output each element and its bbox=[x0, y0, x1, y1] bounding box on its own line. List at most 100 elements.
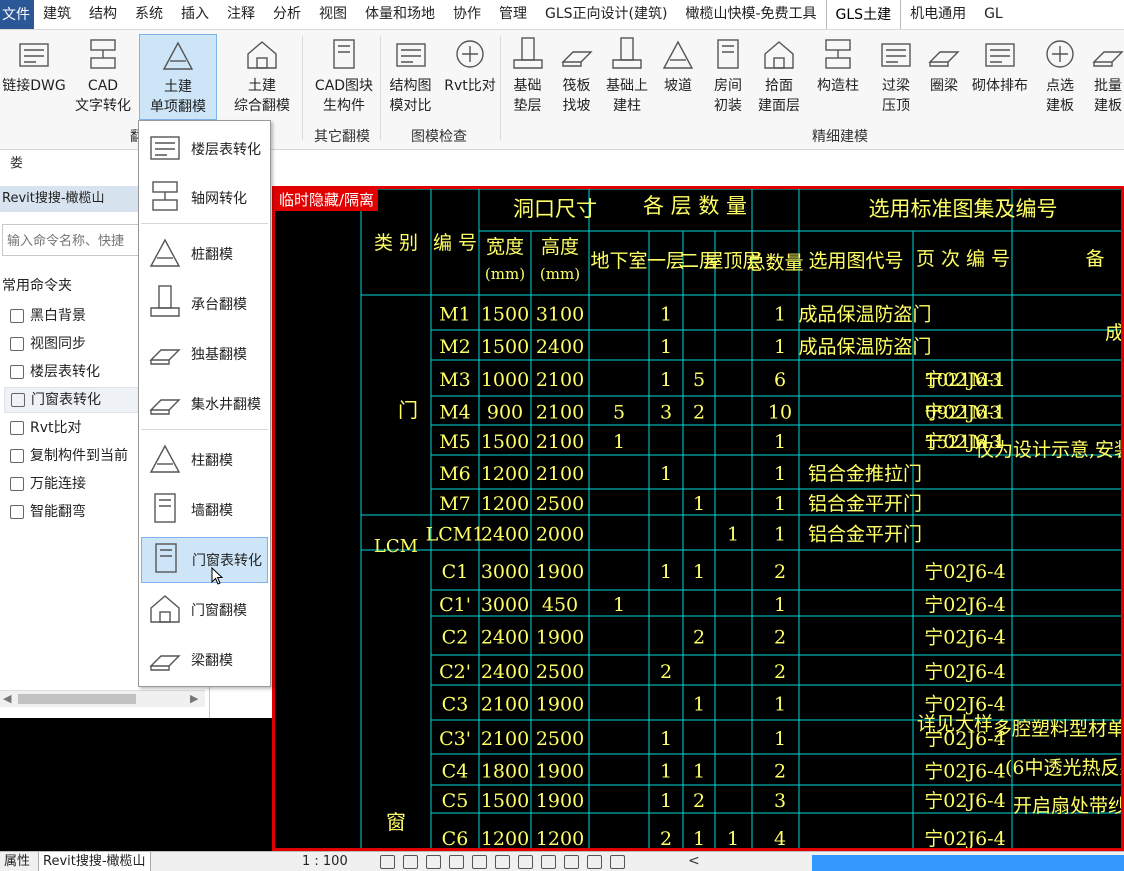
row-width: 1500 bbox=[481, 431, 529, 453]
menu-item-0[interactable]: 楼层表转化 bbox=[141, 126, 268, 172]
command-item[interactable]: 楼层表转化 bbox=[4, 359, 154, 385]
ribbon-button-construction-column[interactable]: 构造柱 bbox=[810, 34, 866, 96]
highlight-icon[interactable] bbox=[587, 855, 602, 869]
menu-item-1[interactable]: 结构 bbox=[80, 0, 126, 29]
mouse-cursor-icon bbox=[211, 566, 224, 585]
command-item[interactable]: 门窗表转化 bbox=[4, 387, 154, 413]
ribbon-button-floor-layer[interactable]: 拾面 建面层 bbox=[757, 34, 801, 116]
ribbon-button-foundation-cushion[interactable]: 基础 垫层 bbox=[505, 34, 550, 116]
ribbon-button-raft-slope[interactable]: 筏板 找坡 bbox=[554, 34, 599, 116]
menu-item-5[interactable]: 集水井翻模 bbox=[141, 381, 268, 427]
menu-item-7[interactable]: 体量和场地 bbox=[356, 0, 444, 29]
batch-slab-icon bbox=[1086, 34, 1124, 74]
ribbon-button-pick-slab[interactable]: 点选 建板 bbox=[1036, 34, 1084, 116]
menu-item-2[interactable]: 桩翻模 bbox=[141, 231, 268, 277]
row-total: 1 bbox=[774, 524, 786, 546]
construction-column-icon bbox=[810, 34, 866, 74]
crop-view-icon[interactable] bbox=[472, 855, 487, 869]
reveal-hidden-icon[interactable] bbox=[541, 855, 556, 869]
analytical-icon[interactable] bbox=[564, 855, 579, 869]
constraints-icon[interactable] bbox=[610, 855, 625, 869]
row-code: C3 bbox=[442, 694, 469, 716]
menu-item-2[interactable]: 系统 bbox=[126, 0, 172, 29]
menu-item-3[interactable]: 承台翻模 bbox=[141, 281, 268, 327]
row-width: 3000 bbox=[481, 594, 529, 616]
menu-item-1[interactable]: 轴网转化 bbox=[141, 175, 268, 221]
temporary-hide-icon[interactable] bbox=[518, 855, 533, 869]
menu-item-label: 承台翻模 bbox=[191, 297, 247, 313]
menu-item-5[interactable]: 分析 bbox=[264, 0, 310, 29]
row-basement: 1 bbox=[613, 594, 625, 616]
menu-item-6[interactable]: 柱翻模 bbox=[141, 437, 268, 483]
menu-item-4[interactable]: 注释 bbox=[218, 0, 264, 29]
command-item[interactable]: 复制构件到当前 bbox=[4, 443, 154, 469]
visual-style-icon[interactable] bbox=[403, 855, 418, 869]
menu-item-0[interactable]: 建筑 bbox=[34, 0, 80, 29]
ribbon-button-label: 圈梁 bbox=[930, 78, 958, 94]
ribbon-button-masonry[interactable]: 砌体排布 bbox=[968, 34, 1032, 96]
menu-item-9[interactable]: 门窗翻模 bbox=[141, 587, 268, 633]
ribbon-button-batch-slab[interactable]: 批量 建板 bbox=[1086, 34, 1124, 116]
ribbon-button-rvt-compare[interactable]: Rvt比对 bbox=[439, 34, 501, 96]
properties-partial-label: 娄 bbox=[10, 156, 24, 171]
menu-item-label: 门窗表转化 bbox=[192, 553, 262, 569]
menu-item-4[interactable]: 独基翻模 bbox=[141, 331, 268, 377]
horizontal-scrollbar[interactable]: ◀ ▶ bbox=[0, 690, 205, 707]
ribbon-button-house-dwg[interactable]: 土建 综合翻模 bbox=[226, 34, 298, 116]
row-floor1: 3 bbox=[660, 402, 672, 424]
menu-item-9[interactable]: 管理 bbox=[490, 0, 536, 29]
scroll-left-icon[interactable]: < bbox=[688, 853, 700, 869]
rvt-compare-icon bbox=[439, 34, 501, 74]
header-floor-quantity: 各 层 数 量 bbox=[643, 194, 747, 218]
scroll-left-icon[interactable]: ◀ bbox=[3, 692, 11, 705]
view-scale[interactable]: 1 : 100 bbox=[302, 854, 348, 869]
ribbon-button-link-dwg[interactable]: 链接DWG bbox=[0, 34, 68, 96]
lintel-icon bbox=[872, 34, 920, 74]
ribbon-button-dwg-rvt[interactable]: CAD 文字转化 bbox=[70, 34, 136, 116]
menu-file[interactable]: 文件 bbox=[0, 0, 34, 29]
command-item[interactable]: 视图同步 bbox=[4, 331, 154, 357]
ribbon-button-ring-beam[interactable]: 圈梁 bbox=[922, 34, 966, 96]
ribbon-button-lintel[interactable]: 过梁 压顶 bbox=[872, 34, 920, 116]
menu-item-12[interactable]: GLS土建 bbox=[825, 0, 902, 29]
menu-item-8[interactable]: 协作 bbox=[444, 0, 490, 29]
row-total: 1 bbox=[774, 336, 786, 358]
command-item[interactable]: Rvt比对 bbox=[4, 415, 154, 441]
command-item[interactable]: 智能翻弯 bbox=[4, 499, 154, 525]
menu-item-icon bbox=[141, 127, 191, 171]
menu-item-11[interactable]: 橄榄山快模-免费工具 bbox=[676, 0, 825, 29]
menu-item-8[interactable]: 门窗表转化 bbox=[141, 537, 268, 583]
menu-item-icon bbox=[142, 538, 192, 582]
menu-item-icon bbox=[141, 332, 191, 376]
ribbon-button-structure-compare[interactable]: 结构图 模对比 bbox=[383, 34, 438, 116]
show-crop-icon[interactable] bbox=[495, 855, 510, 869]
temporary-hide-badge[interactable]: 临时隐藏/隔离 bbox=[275, 189, 379, 211]
menu-item-10[interactable]: 梁翻模 bbox=[141, 637, 268, 683]
menu-item-13[interactable]: 机电通用 bbox=[901, 0, 975, 29]
menu-item-6[interactable]: 视图 bbox=[310, 0, 356, 29]
command-search-input[interactable] bbox=[2, 224, 152, 256]
ribbon-button-ramp[interactable]: 坡道 bbox=[655, 34, 701, 96]
ribbon-button-dwg-grid[interactable]: 土建 单项翻模 bbox=[139, 34, 217, 120]
command-item[interactable]: 万能连接 bbox=[4, 471, 154, 497]
ribbon-button-cad-block[interactable]: CAD图块 生构件 bbox=[308, 34, 380, 116]
ribbon-button-column-on-foundation[interactable]: 基础上 建柱 bbox=[601, 34, 653, 116]
tab-revit-search[interactable]: Revit搜搜-橄榄山 bbox=[38, 852, 151, 871]
row-code: M7 bbox=[439, 493, 471, 515]
scroll-thumb[interactable] bbox=[18, 694, 136, 704]
remark-window-1: 详见大样 bbox=[917, 713, 993, 735]
sun-path-icon[interactable] bbox=[426, 855, 441, 869]
menu-separator bbox=[141, 223, 268, 224]
ribbon-button-room[interactable]: 房间 初装 bbox=[705, 34, 751, 116]
menu-item-10[interactable]: GLS正向设计(建筑) bbox=[536, 0, 676, 29]
menu-item-3[interactable]: 插入 bbox=[172, 0, 218, 29]
row-floor1: 1 bbox=[660, 336, 672, 358]
shadows-icon[interactable] bbox=[449, 855, 464, 869]
model-graphics-icon[interactable] bbox=[380, 855, 395, 869]
scroll-right-icon[interactable]: ▶ bbox=[190, 692, 198, 705]
tab-properties[interactable]: 属性 bbox=[0, 852, 34, 871]
menu-item-7[interactable]: 墙翻模 bbox=[141, 487, 268, 533]
command-item[interactable]: 黑白背景 bbox=[4, 303, 154, 329]
menu-item-14[interactable]: GL bbox=[975, 0, 1012, 29]
cad-drawing-view[interactable]: 临时隐藏/隔离 洞口尺寸 各 层 数 量 选用标准图集及编号类 别编 号宽度 (mm)… bbox=[272, 186, 1124, 851]
